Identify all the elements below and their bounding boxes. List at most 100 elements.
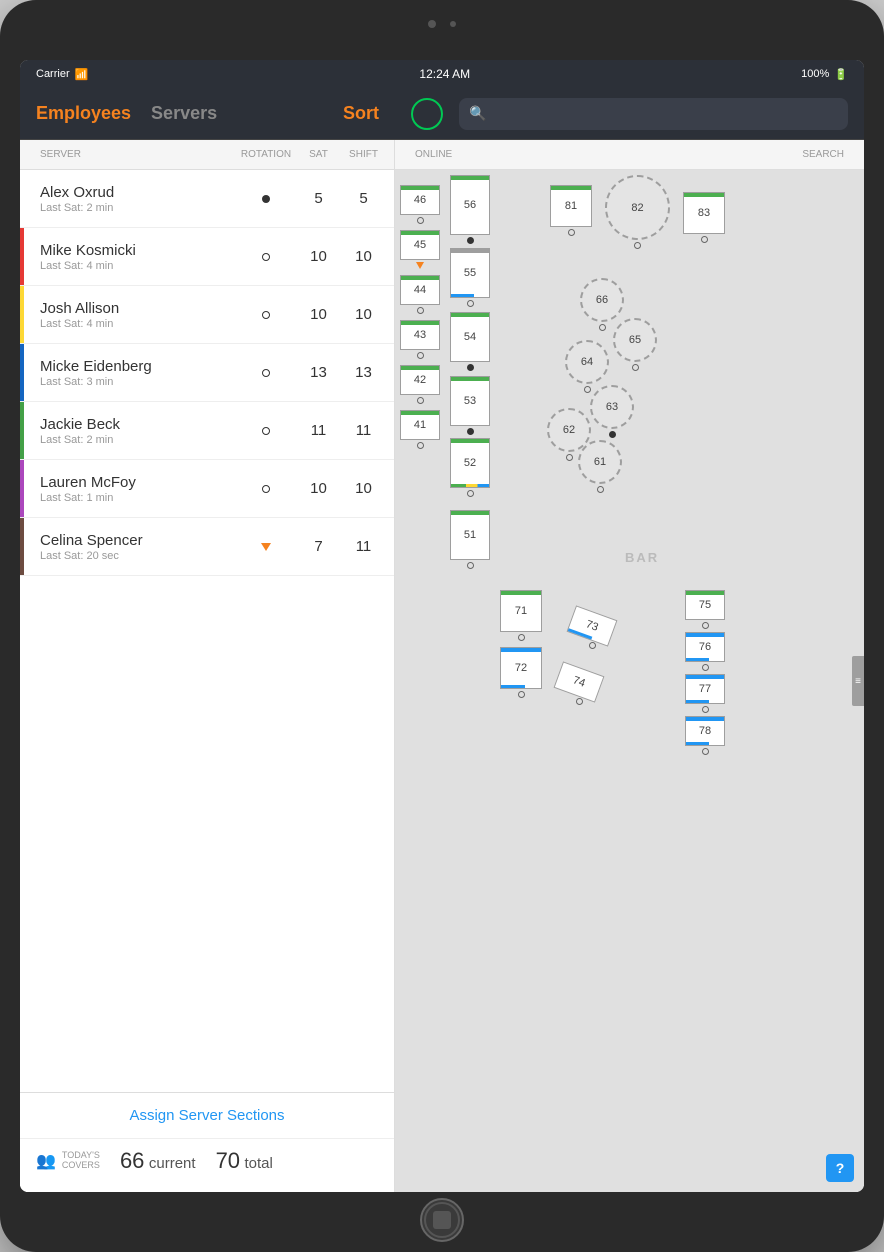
table-shape: 76 — [685, 632, 725, 662]
online-indicator — [411, 98, 443, 130]
table-shape: 73 — [567, 605, 618, 646]
table-shape: 65 — [613, 318, 657, 362]
emp-info: Micke EidenbergLast Sat: 3 min — [28, 358, 236, 388]
table-indicator — [467, 490, 474, 497]
emp-name: Alex Oxrud — [40, 184, 236, 201]
emp-name: Lauren McFoy — [40, 474, 236, 491]
rotation-dot-empty — [262, 427, 270, 435]
table-item[interactable]: 53 — [450, 376, 490, 435]
employee-row[interactable]: Celina SpencerLast Sat: 20 sec711 — [20, 518, 394, 576]
table-item[interactable]: 54 — [450, 312, 490, 371]
table-item[interactable]: 72 — [500, 647, 542, 698]
help-button[interactable]: ? — [826, 1154, 854, 1182]
table-indicator — [416, 262, 424, 269]
table-item[interactable]: 81 — [550, 185, 592, 236]
rotation-dot-empty — [262, 369, 270, 377]
table-item[interactable]: 74 — [557, 668, 601, 705]
home-button[interactable] — [420, 1198, 464, 1242]
nav-bar: Employees Servers Sort 🔍 — [20, 88, 864, 140]
table-item[interactable]: 46 — [400, 185, 440, 224]
emp-name: Josh Allison — [40, 300, 236, 317]
sidebar-toggle[interactable]: ≡ — [852, 656, 864, 706]
table-shape: 43 — [400, 320, 440, 350]
col-header-shift: SHIFT — [341, 149, 386, 160]
column-headers: SERVER ROTATION SAT SHIFT — [20, 140, 394, 170]
table-item[interactable]: 52 — [450, 438, 490, 497]
emp-name: Micke Eidenberg — [40, 358, 236, 375]
table-item[interactable]: 76 — [685, 632, 725, 671]
table-item[interactable]: 82 — [605, 175, 670, 249]
current-value: 66 — [120, 1148, 144, 1173]
emp-info: Jackie BeckLast Sat: 2 min — [28, 416, 236, 446]
employee-row[interactable]: Lauren McFoyLast Sat: 1 min1010 — [20, 460, 394, 518]
table-item[interactable]: 44 — [400, 275, 440, 314]
table-item[interactable]: 41 — [400, 410, 440, 449]
floor-map[interactable]: BAR ≡ 4645444342415655545352518182836665… — [395, 170, 864, 1192]
emp-rotation — [236, 311, 296, 319]
emp-info: Celina SpencerLast Sat: 20 sec — [28, 532, 236, 562]
table-item[interactable]: 51 — [450, 510, 490, 569]
table-item[interactable]: 71 — [500, 590, 542, 641]
status-time: 12:24 AM — [419, 67, 470, 81]
table-shape: 82 — [605, 175, 670, 240]
map-header: ONLINE SEARCH — [395, 140, 864, 170]
emp-sub: Last Sat: 2 min — [40, 202, 236, 214]
emp-rotation — [236, 369, 296, 377]
table-shape: 72 — [500, 647, 542, 689]
emp-color-bar — [20, 460, 24, 517]
emp-rotation — [236, 543, 296, 551]
table-item[interactable]: 45 — [400, 230, 440, 269]
assign-button[interactable]: Assign Server Sections — [20, 1093, 394, 1139]
table-item[interactable]: 77 — [685, 674, 725, 713]
table-shape: 81 — [550, 185, 592, 227]
table-shape: 51 — [450, 510, 490, 560]
table-item[interactable]: 63 — [590, 385, 634, 438]
emp-sub: Last Sat: 4 min — [40, 318, 236, 330]
employee-row[interactable]: Micke EidenbergLast Sat: 3 min1313 — [20, 344, 394, 402]
employee-row[interactable]: Josh AllisonLast Sat: 4 min1010 — [20, 286, 394, 344]
emp-name: Jackie Beck — [40, 416, 236, 433]
table-indicator — [589, 642, 596, 649]
camera-dot — [428, 20, 436, 28]
table-shape: 83 — [683, 192, 725, 234]
employee-row[interactable]: Mike KosmickiLast Sat: 4 min1010 — [20, 228, 394, 286]
tab-servers[interactable]: Servers — [151, 103, 217, 124]
table-shape: 77 — [685, 674, 725, 704]
table-item[interactable]: 55 — [450, 248, 490, 307]
search-bar[interactable]: 🔍 — [459, 98, 848, 130]
table-shape: 63 — [590, 385, 634, 429]
employee-row[interactable]: Jackie BeckLast Sat: 2 min1111 — [20, 402, 394, 460]
table-item[interactable]: 61 — [578, 440, 622, 493]
search-label: SEARCH — [802, 149, 844, 160]
table-item[interactable]: 43 — [400, 320, 440, 359]
status-bar: Carrier 📶 12:24 AM 100% 🔋 — [20, 60, 864, 88]
assign-label: Assign Server Sections — [129, 1107, 284, 1124]
table-item[interactable]: 75 — [685, 590, 725, 629]
rotation-dot-filled — [262, 195, 270, 203]
ipad-screen: Carrier 📶 12:24 AM 100% 🔋 Employees Serv… — [20, 60, 864, 1192]
table-item[interactable]: 73 — [570, 612, 614, 649]
tab-employees[interactable]: Employees — [36, 103, 131, 124]
emp-color-bar — [20, 518, 24, 575]
emp-sat: 13 — [296, 364, 341, 381]
table-indicator — [467, 237, 474, 244]
main-content: SERVER ROTATION SAT SHIFT Alex OxrudLast… — [20, 140, 864, 1192]
sort-button[interactable]: Sort — [343, 103, 379, 124]
table-indicator — [599, 324, 606, 331]
table-shape: 64 — [565, 340, 609, 384]
right-panel: ONLINE SEARCH BAR ≡ 46454443424156555453… — [395, 140, 864, 1192]
employee-row[interactable]: Alex OxrudLast Sat: 2 min55 — [20, 170, 394, 228]
table-item[interactable]: 78 — [685, 716, 725, 755]
emp-sat: 10 — [296, 248, 341, 265]
table-item[interactable]: 65 — [613, 318, 657, 371]
emp-info: Alex OxrudLast Sat: 2 min — [28, 184, 236, 214]
table-item[interactable]: 42 — [400, 365, 440, 404]
emp-sub: Last Sat: 20 sec — [40, 550, 236, 562]
emp-shift: 10 — [341, 480, 386, 497]
emp-name: Mike Kosmicki — [40, 242, 236, 259]
table-item[interactable]: 56 — [450, 175, 490, 244]
emp-sat: 11 — [296, 422, 341, 439]
carrier-label: Carrier — [36, 68, 70, 80]
table-item[interactable]: 83 — [683, 192, 725, 243]
total-stat: 70 total — [216, 1148, 273, 1174]
